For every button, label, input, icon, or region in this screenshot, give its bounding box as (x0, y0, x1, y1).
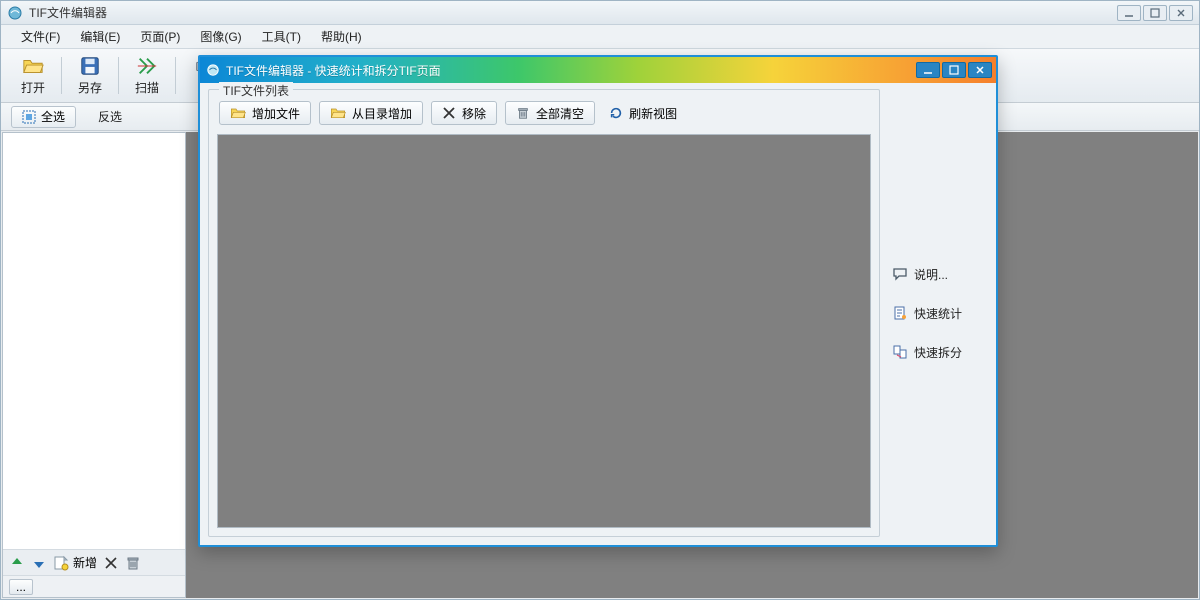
menubar: 文件(F) 编辑(E) 页面(P) 图像(G) 工具(T) 帮助(H) (1, 25, 1199, 49)
add-file-button[interactable]: 增加文件 (219, 101, 311, 125)
select-all-label: 全选 (41, 108, 65, 125)
dialog-minimize-button[interactable] (916, 62, 940, 78)
menu-help[interactable]: 帮助(H) (311, 25, 372, 48)
folder-open-icon (230, 106, 246, 120)
dialog-close-button[interactable] (968, 62, 992, 78)
save-icon (79, 55, 101, 77)
toolbar-scan[interactable]: 扫描 (123, 51, 171, 100)
document-split-icon (892, 344, 908, 360)
close-button[interactable] (1169, 5, 1193, 21)
refresh-view-button[interactable]: 刷新视图 (603, 105, 683, 122)
quick-split-link[interactable]: 快速拆分 (892, 344, 984, 361)
folder-open-icon (22, 55, 44, 77)
menu-image[interactable]: 图像(G) (190, 25, 251, 48)
help-label: 说明... (914, 266, 948, 283)
new-page-icon (53, 555, 69, 571)
add-from-dir-button[interactable]: 从目录增加 (319, 101, 423, 125)
move-down-icon[interactable] (31, 555, 47, 571)
move-up-icon[interactable] (9, 555, 25, 571)
clear-all-button[interactable]: 全部清空 (505, 101, 595, 125)
page-list-toolbar: 新增 (3, 549, 185, 575)
main-window: TIF文件编辑器 文件(F) 编辑(E) 页面(P) 图像(G) 工具(T) 帮… (0, 0, 1200, 600)
toolbar-saveas-label: 另存 (78, 79, 102, 96)
folder-open-icon (330, 106, 346, 120)
menu-file[interactable]: 文件(F) (11, 25, 70, 48)
add-file-label: 增加文件 (252, 105, 300, 122)
toolbar-scan-label: 扫描 (135, 79, 159, 96)
speech-bubble-icon (892, 266, 908, 282)
ellipsis-label: ... (16, 580, 26, 594)
menu-page[interactable]: 页面(P) (130, 25, 190, 48)
main-window-title: TIF文件编辑器 (29, 4, 1117, 21)
page-list-statusrow: ... (3, 575, 185, 597)
quick-stat-link[interactable]: 快速统计 (892, 305, 984, 322)
remove-label: 移除 (462, 105, 486, 122)
page-list-panel: 新增 ... (2, 132, 186, 598)
new-page-label: 新增 (73, 554, 97, 571)
ellipsis-button[interactable]: ... (9, 579, 33, 595)
new-page-button[interactable]: 新增 (53, 554, 97, 571)
file-list-groupbox: TIF文件列表 增加文件 从目录增加 移除 (208, 89, 880, 537)
dialog-body: TIF文件列表 增加文件 从目录增加 移除 (200, 83, 996, 545)
clear-all-label: 全部清空 (536, 105, 584, 122)
toolbar-separator (175, 57, 176, 94)
menu-tools[interactable]: 工具(T) (252, 25, 311, 48)
add-from-dir-label: 从目录增加 (352, 105, 412, 122)
window-buttons (1117, 5, 1193, 21)
toolbar-separator (118, 57, 119, 94)
dialog-title: TIF文件编辑器 - 快速统计和拆分TIF页面 (226, 62, 914, 79)
app-icon (7, 5, 23, 21)
invert-selection-button[interactable]: 反选 (92, 108, 128, 125)
delete-icon[interactable] (103, 555, 119, 571)
toolbar-separator (61, 57, 62, 94)
maximize-button[interactable] (1143, 5, 1167, 21)
dialog-app-icon (206, 63, 220, 77)
remove-icon (442, 106, 456, 120)
help-link[interactable]: 说明... (892, 266, 984, 283)
trash-icon (516, 106, 530, 120)
dialog-file-list[interactable] (217, 134, 871, 528)
groupbox-legend: TIF文件列表 (219, 82, 293, 99)
select-all-button[interactable]: 全选 (11, 106, 76, 128)
quick-split-label: 快速拆分 (914, 344, 962, 361)
dialog-side-panel: 说明... 快速统计 快速拆分 (880, 89, 988, 537)
trash-icon[interactable] (125, 555, 141, 571)
page-list-area[interactable] (3, 133, 185, 549)
dialog-titlebar[interactable]: TIF文件编辑器 - 快速统计和拆分TIF页面 (200, 57, 996, 83)
remove-button[interactable]: 移除 (431, 101, 497, 125)
main-titlebar: TIF文件编辑器 (1, 1, 1199, 25)
menu-edit[interactable]: 编辑(E) (70, 25, 130, 48)
refresh-label: 刷新视图 (629, 105, 677, 122)
document-stat-icon (892, 305, 908, 321)
scan-icon (136, 55, 158, 77)
minimize-button[interactable] (1117, 5, 1141, 21)
dialog-toolbar: 增加文件 从目录增加 移除 全部清空 (217, 98, 871, 128)
quick-stat-label: 快速统计 (914, 305, 962, 322)
select-all-icon (22, 110, 36, 124)
toolbar-saveas[interactable]: 另存 (66, 51, 114, 100)
dialog-maximize-button[interactable] (942, 62, 966, 78)
refresh-icon (609, 106, 623, 120)
toolbar-open-label: 打开 (21, 79, 45, 96)
invert-selection-label: 反选 (98, 110, 122, 124)
toolbar-open[interactable]: 打开 (9, 51, 57, 100)
quick-stat-split-dialog: TIF文件编辑器 - 快速统计和拆分TIF页面 TIF文件列表 增加文件 从目录… (198, 55, 998, 547)
